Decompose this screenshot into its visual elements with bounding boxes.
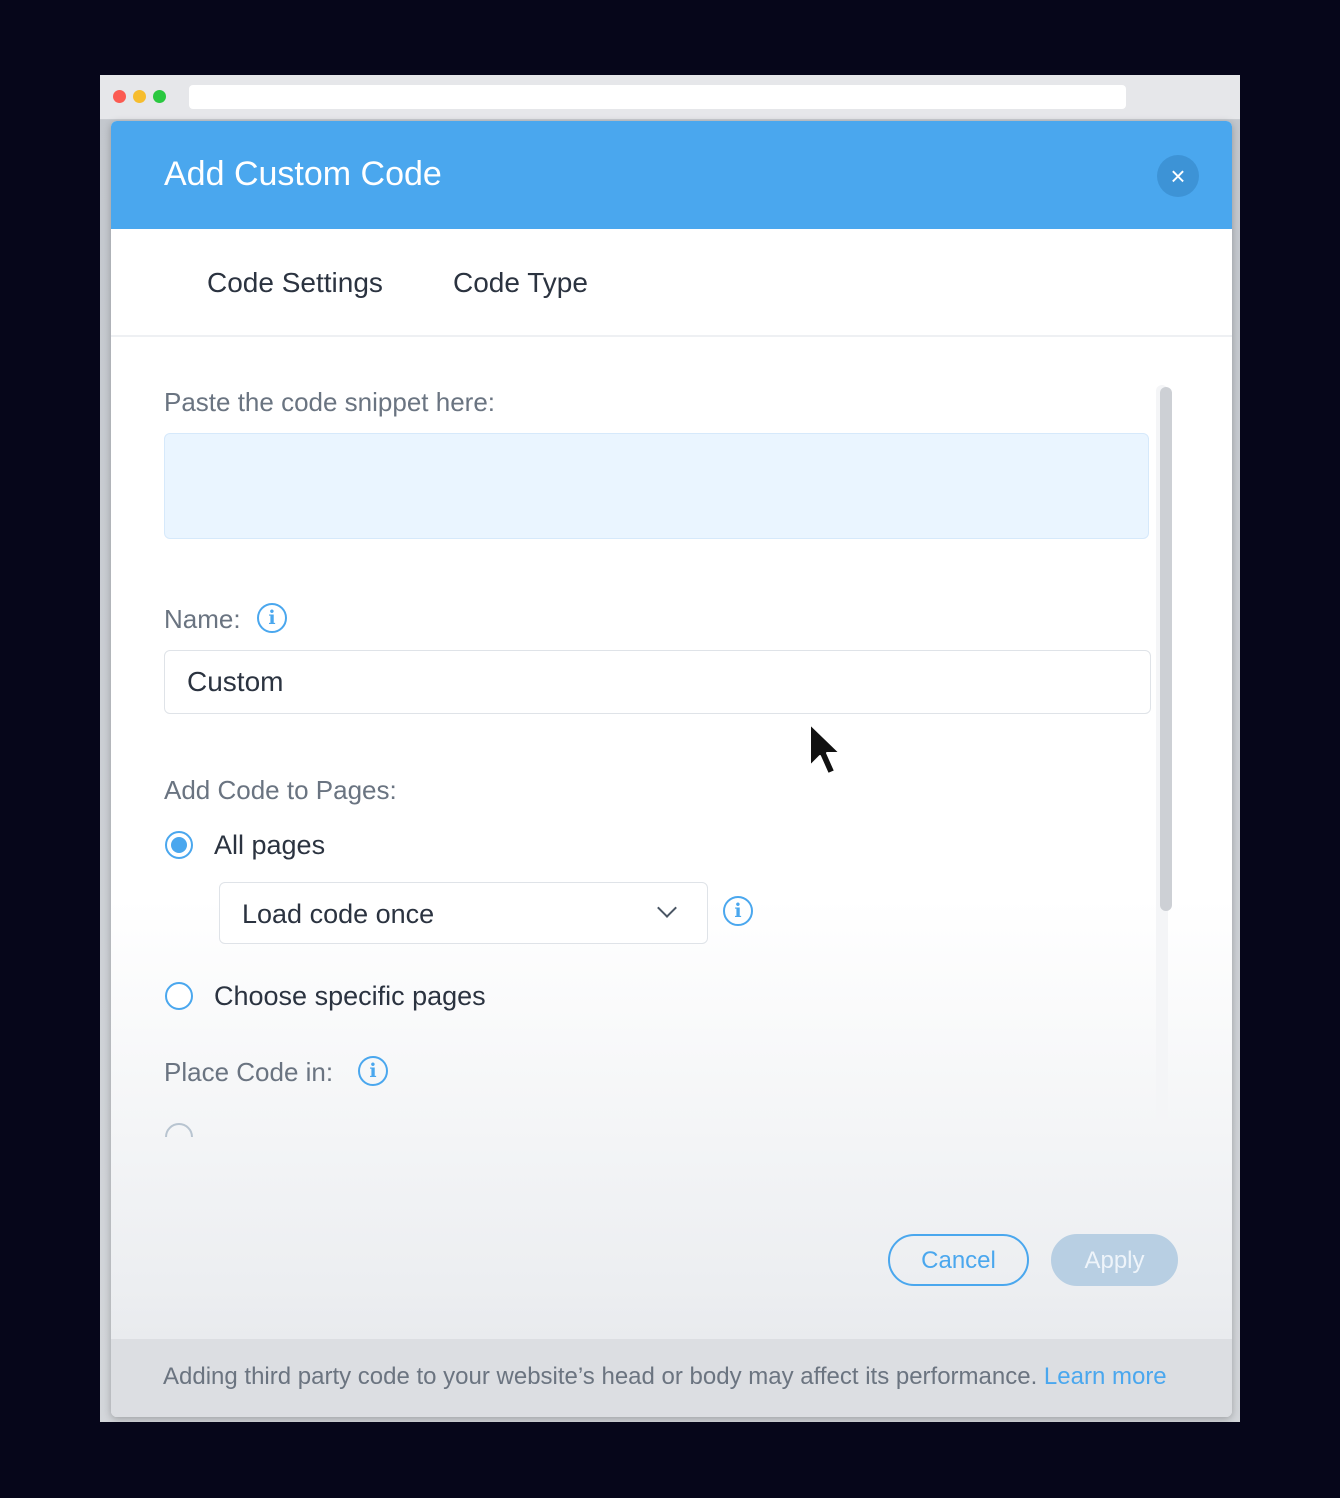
tab-bar: Code Settings Code Type [111, 229, 1232, 337]
specific-pages-label[interactable]: Choose specific pages [214, 981, 486, 1012]
dialog-header: Add Custom Code × [111, 121, 1232, 229]
place-code-info-icon[interactable]: i [358, 1056, 388, 1086]
place-code-in-label: Place Code in: [164, 1057, 334, 1087]
tab-code-settings[interactable]: Code Settings [207, 267, 383, 299]
scrollbar-thumb[interactable] [1160, 387, 1172, 911]
snippet-label: Paste the code snippet here: [164, 387, 496, 417]
partially-hidden-radio[interactable] [165, 1123, 193, 1137]
close-window-dot-icon[interactable] [113, 90, 126, 103]
browser-titlebar [100, 75, 1240, 120]
performance-notice: Adding third party code to your website’… [163, 1363, 1167, 1391]
minimize-window-dot-icon[interactable] [133, 90, 146, 103]
name-label: Name: [164, 604, 241, 634]
add-code-to-pages-label: Add Code to Pages: [164, 775, 397, 805]
all-pages-radio[interactable] [165, 831, 193, 859]
performance-notice-text: Adding third party code to your website’… [163, 1363, 1044, 1390]
specific-pages-radio[interactable] [165, 982, 193, 1010]
mouse-pointer-icon [809, 723, 841, 775]
dialog-footer: Adding third party code to your website’… [111, 1339, 1232, 1417]
cancel-button[interactable]: Cancel [888, 1234, 1029, 1286]
add-custom-code-dialog: Add Custom Code × Code Settings Code Typ… [111, 121, 1232, 1417]
browser-window: Add Custom Code × Code Settings Code Typ… [100, 75, 1240, 1422]
address-bar[interactable] [189, 85, 1126, 109]
load-code-select-value: Load code once [242, 899, 435, 929]
close-icon[interactable]: × [1157, 155, 1199, 197]
all-pages-label[interactable]: All pages [214, 830, 325, 861]
load-code-info-icon[interactable]: i [723, 896, 753, 926]
code-snippet-textarea[interactable] [164, 433, 1149, 539]
name-input[interactable]: Custom [164, 650, 1151, 714]
maximize-window-dot-icon[interactable] [153, 90, 166, 103]
load-code-select[interactable]: Load code once [219, 882, 708, 944]
name-info-icon[interactable]: i [257, 603, 287, 633]
learn-more-link[interactable]: Learn more [1044, 1363, 1167, 1390]
dialog-title: Add Custom Code [164, 155, 442, 193]
tab-code-type[interactable]: Code Type [453, 267, 588, 299]
apply-button[interactable]: Apply [1051, 1234, 1178, 1286]
chevron-down-icon [657, 898, 677, 918]
